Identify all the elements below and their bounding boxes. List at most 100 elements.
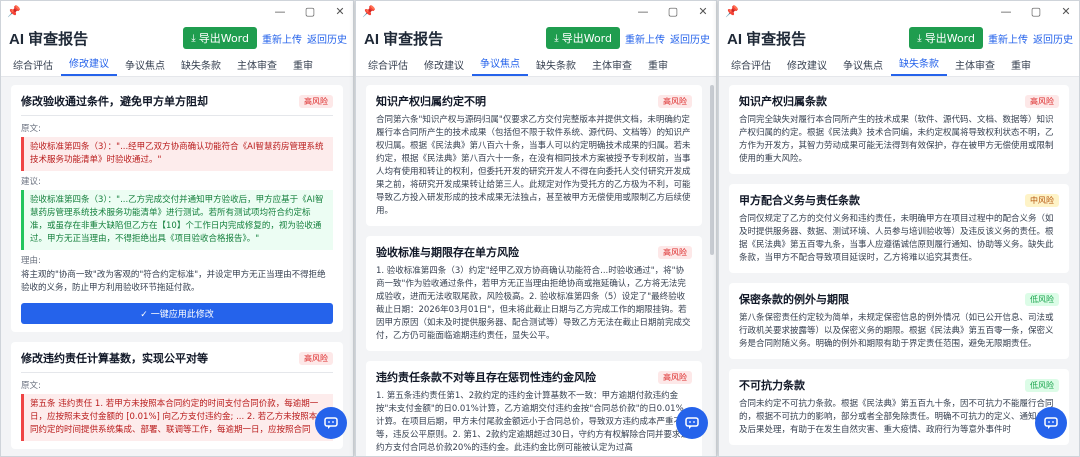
minimize-icon[interactable]: — xyxy=(636,5,650,18)
header-actions: ⤓ 导出Word 重新上传 返回历史 xyxy=(546,27,710,49)
suggest-label: 建议: xyxy=(21,177,41,187)
card-body: 合同完全缺失对履行本合同所产生的技术成果（软件、源代码、文档、数据等）知识产权归… xyxy=(739,115,1054,164)
back-history-link[interactable]: 返回历史 xyxy=(670,31,710,46)
card-body: 合同第六条"知识产权与源码归属"仅要求乙方交付完整版本并提供文档，未明确约定履行… xyxy=(376,115,691,216)
header-actions: ⤓ 导出Word 重新上传 返回历史 xyxy=(909,27,1073,49)
app-header: AI 审查报告 ⤓ 导出Word 重新上传 返回历史 xyxy=(719,21,1079,55)
tab-parties[interactable]: 主体审查 xyxy=(584,57,640,76)
missing-card: 保密条款的例外与期限 低风险 第八条保密责任约定较为简单，未规定保密信息的例外情… xyxy=(729,283,1069,359)
app-header: AI 审查报告 ⤓ 导出Word 重新上传 返回历史 xyxy=(356,21,716,55)
chat-icon xyxy=(1044,417,1058,429)
missing-card: 甲方配合义务与责任条款 中风险 合同仅规定了乙方的交付义务和违约责任，未明确甲方… xyxy=(729,184,1069,273)
tab-suggestions[interactable]: 修改建议 xyxy=(416,57,472,76)
original-text: 验收标准第四条（3）："...经甲乙双方协商确认功能符合《AI智慧药房管理系统技… xyxy=(21,137,333,171)
reupload-link[interactable]: 重新上传 xyxy=(625,31,665,46)
window-controls: — ▢ ✕ xyxy=(273,5,347,18)
risk-badge: 中风险 xyxy=(1025,193,1059,207)
window-controls: — ▢ ✕ xyxy=(999,5,1073,18)
minimize-icon[interactable]: — xyxy=(999,5,1013,18)
tab-suggestions[interactable]: 修改建议 xyxy=(779,57,835,76)
tab-overall[interactable]: 综合评估 xyxy=(360,57,416,76)
report-tabs: 综合评估 修改建议 争议焦点 缺失条款 主体审查 重审 xyxy=(719,55,1079,77)
dispute-card: 违约责任条款不对等且存在惩罚性违约金风险 高风险 1. 第五条违约责任第1、2款… xyxy=(366,361,702,456)
risk-badge: 高风险 xyxy=(658,370,692,384)
back-history-link[interactable]: 返回历史 xyxy=(1033,31,1073,46)
tab-suggestions[interactable]: 修改建议 xyxy=(61,55,117,76)
apply-suggestion-button[interactable]: ✓ 一键应用此修改 xyxy=(21,303,333,324)
export-word-button[interactable]: ⤓ 导出Word xyxy=(909,27,983,49)
tab-disputes[interactable]: 争议焦点 xyxy=(117,57,173,76)
missing-clauses-panel[interactable]: 知识产权归属条款 高风险 合同完全缺失对履行本合同所产生的技术成果（软件、源代码… xyxy=(719,77,1079,456)
tab-parties[interactable]: 主体审查 xyxy=(947,57,1003,76)
card-body: 合同未约定不可抗力条款。根据《民法典》第五百九十条，因不可抗力不能履行合同的，根… xyxy=(739,399,1054,435)
reupload-link[interactable]: 重新上传 xyxy=(988,31,1028,46)
risk-badge: 低风险 xyxy=(1025,292,1059,306)
tab-rereview[interactable]: 重审 xyxy=(285,57,321,76)
tab-overall[interactable]: 综合评估 xyxy=(723,57,779,76)
close-icon[interactable]: ✕ xyxy=(696,5,710,18)
page-title: AI 审查报告 xyxy=(364,30,444,48)
window-1: 📌 — ▢ ✕ AI 审查报告 ⤓ 导出Word 重新上传 返回历史 综合评估 修… xyxy=(0,0,354,457)
pin-icon[interactable]: 📌 xyxy=(362,5,376,18)
dispute-card: 知识产权归属约定不明 高风险 合同第六条"知识产权与源码归属"仅要求乙方交付完整… xyxy=(366,85,702,226)
tab-rereview[interactable]: 重审 xyxy=(640,57,676,76)
missing-card: 知识产权归属条款 高风险 合同完全缺失对履行本合同所产生的技术成果（软件、源代码… xyxy=(729,85,1069,174)
window-3: 📌 — ▢ ✕ AI 审查报告 ⤓ 导出Word 重新上传 返回历史 综合评估 修… xyxy=(718,0,1080,457)
risk-badge: 高风险 xyxy=(1025,94,1059,108)
tab-disputes[interactable]: 争议焦点 xyxy=(835,57,891,76)
reupload-link[interactable]: 重新上传 xyxy=(262,31,302,46)
export-word-label: 导出Word xyxy=(924,32,975,45)
card-title: 违约责任条款不对等且存在惩罚性违约金风险 xyxy=(376,372,596,384)
card-title: 不可抗力条款 xyxy=(739,380,805,392)
reason-text: 将主观的"协商一致"改为客观的"符合约定标准"，并设定甲方无正当理由不得拒绝验收… xyxy=(21,270,326,293)
original-label: 原文: xyxy=(21,124,41,134)
export-word-button[interactable]: ⤓ 导出Word xyxy=(183,27,257,49)
card-title: 知识产权归属条款 xyxy=(739,96,827,108)
maximize-icon[interactable]: ▢ xyxy=(666,5,680,18)
risk-badge: 高风险 xyxy=(658,94,692,108)
download-icon: ⤓ xyxy=(917,32,922,44)
page-title: AI 审查报告 xyxy=(727,30,807,48)
back-history-link[interactable]: 返回历史 xyxy=(307,31,347,46)
card-body: 第八条保密责任约定较为简单，未规定保密信息的例外情况（如已公开信息、司法或行政机… xyxy=(739,313,1054,349)
card-title: 知识产权归属约定不明 xyxy=(376,96,486,108)
window-titlebar: 📌 — ▢ ✕ xyxy=(1,1,353,21)
card-body: 1. 验收标准第四条（3）约定"经甲乙双方协商确认功能符合...时验收通过"，将… xyxy=(376,266,691,341)
tab-disputes[interactable]: 争议焦点 xyxy=(472,55,528,76)
chat-button[interactable] xyxy=(1035,407,1067,439)
maximize-icon[interactable]: ▢ xyxy=(303,5,317,18)
window-titlebar: 📌 — ▢ ✕ xyxy=(719,1,1079,21)
export-word-button[interactable]: ⤓ 导出Word xyxy=(546,27,620,49)
chat-button[interactable] xyxy=(315,407,347,439)
report-tabs: 综合评估 修改建议 争议焦点 缺失条款 主体审查 重审 xyxy=(1,55,353,77)
card-title: 修改违约责任计算基数，实现公平对等 xyxy=(21,353,208,365)
original-label: 原文: xyxy=(21,381,41,391)
card-body: 合同仅规定了乙方的交付义务和违约责任，未明确甲方在项目过程中的配合义务（如及时提… xyxy=(739,214,1054,263)
tab-rereview[interactable]: 重审 xyxy=(1003,57,1039,76)
suggest-text: 验收标准第四条（3）："...乙方完成交付并通知甲方验收后，甲方应基于《AI智慧… xyxy=(21,190,333,250)
card-title: 验收标准与期限存在单方风险 xyxy=(376,247,519,259)
close-icon[interactable]: ✕ xyxy=(1059,5,1073,18)
minimize-icon[interactable]: — xyxy=(273,5,287,18)
tab-missing[interactable]: 缺失条款 xyxy=(173,57,229,76)
disputes-panel[interactable]: 知识产权归属约定不明 高风险 合同第六条"知识产权与源码归属"仅要求乙方交付完整… xyxy=(356,77,716,456)
tab-missing[interactable]: 缺失条款 xyxy=(528,57,584,76)
chat-button[interactable] xyxy=(676,407,708,439)
card-body: 1. 第五条违约责任第1、2款约定的违约金计算基数不一致：甲方逾期付款违约金按"… xyxy=(376,391,691,453)
risk-badge: 高风险 xyxy=(658,245,692,259)
download-icon: ⤓ xyxy=(554,32,559,44)
pin-icon[interactable]: 📌 xyxy=(725,5,739,18)
scrollbar[interactable] xyxy=(710,85,714,255)
pin-icon[interactable]: 📌 xyxy=(7,5,21,18)
card-title: 甲方配合义务与责任条款 xyxy=(739,195,860,207)
suggestion-card: 修改验收通过条件，避免甲方单方阻却 高风险 原文: 验收标准第四条（3）："..… xyxy=(11,85,343,332)
close-icon[interactable]: ✕ xyxy=(333,5,347,18)
tab-parties[interactable]: 主体审查 xyxy=(229,57,285,76)
tab-missing[interactable]: 缺失条款 xyxy=(891,55,947,76)
dispute-card: 验收标准与期限存在单方风险 高风险 1. 验收标准第四条（3）约定"经甲乙双方协… xyxy=(366,236,702,351)
tab-overall[interactable]: 综合评估 xyxy=(5,57,61,76)
maximize-icon[interactable]: ▢ xyxy=(1029,5,1043,18)
export-word-label: 导出Word xyxy=(198,32,249,45)
suggestions-panel[interactable]: 修改验收通过条件，避免甲方单方阻却 高风险 原文: 验收标准第四条（3）："..… xyxy=(1,77,353,456)
card-title: 修改验收通过条件，避免甲方单方阻却 xyxy=(21,96,208,108)
